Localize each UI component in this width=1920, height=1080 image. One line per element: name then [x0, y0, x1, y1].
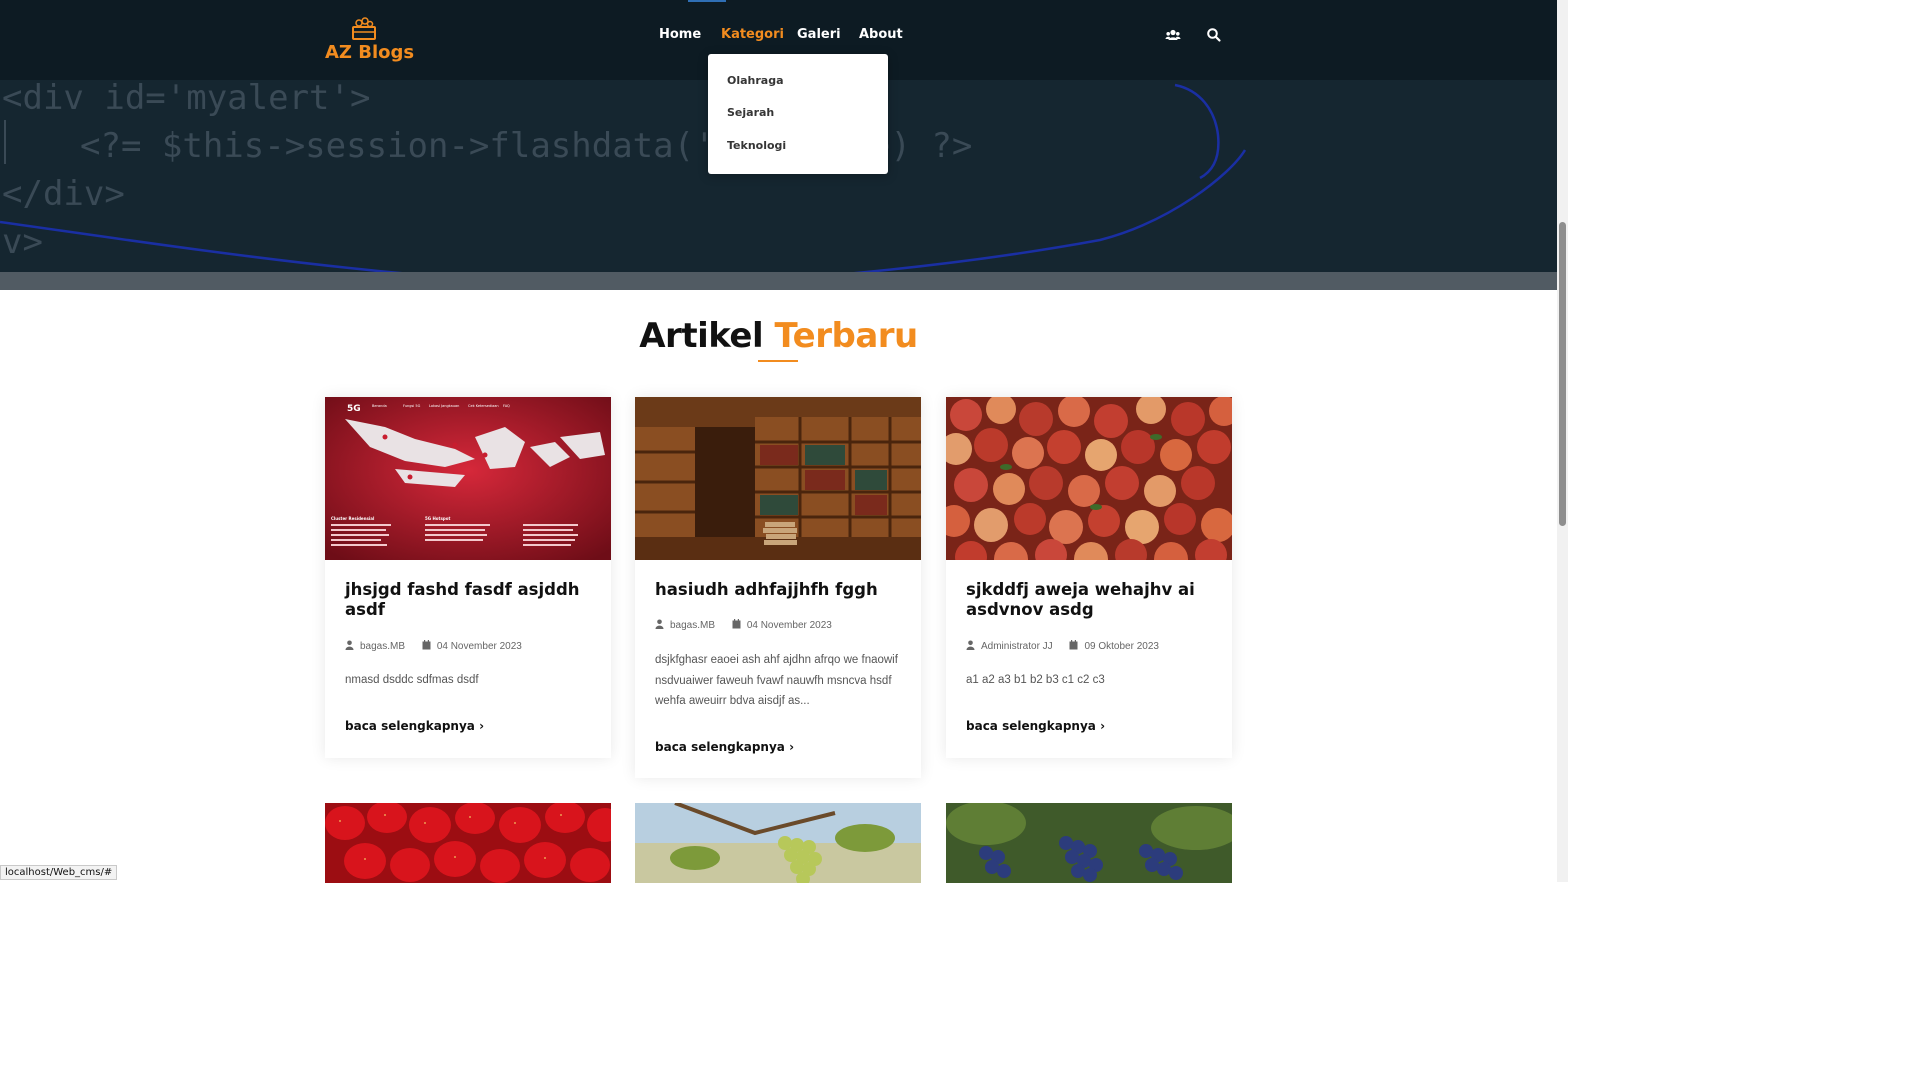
nav-kategori[interactable]: Kategori: [721, 27, 784, 42]
user-icon: [966, 640, 975, 650]
thumb-menu-2: Fungsi 5G: [403, 404, 421, 408]
brand-name: AZ Blogs: [325, 42, 415, 63]
article-author: bagas.MB: [360, 641, 406, 652]
dropdown-item-teknologi[interactable]: Teknologi: [727, 139, 786, 152]
scrollbar-thumb[interactable]: [1559, 222, 1566, 526]
basket-icon: [352, 17, 376, 40]
article-thumbnail[interactable]: [946, 803, 1232, 883]
read-more-link[interactable]: baca selengkapnya ›: [345, 719, 484, 733]
article-excerpt: nmasd dsddc sdfmas dsdf: [345, 674, 479, 686]
thumb-menu-5: FAQ: [503, 404, 510, 408]
article-title[interactable]: sjkddfj aweja wehajhv ai asdvnov asdg: [966, 580, 1216, 620]
thumb-menu-4: Cek Ketersediaan: [468, 404, 499, 408]
nav-about[interactable]: About: [859, 27, 903, 42]
article-date: 04 November 2023: [436, 641, 522, 652]
user-icon: [655, 619, 664, 629]
active-indicator: [688, 0, 726, 2]
article-thumbnail[interactable]: [635, 397, 921, 560]
page-scrollbar[interactable]: [1557, 0, 1568, 882]
calendar-icon: [422, 640, 431, 650]
article-title[interactable]: jhsjgd fashd fasdf asjddh asdf: [345, 580, 595, 620]
thumb-menu-3: Lokasi Jangkauan: [429, 404, 459, 408]
thumb-col-1: Cluster Residensial: [331, 516, 375, 521]
thumb-menu-1: Beranda: [372, 404, 387, 408]
article-title[interactable]: hasiudh adhfajjhfh fggh: [655, 580, 905, 600]
article-author: bagas.MB: [670, 620, 716, 631]
article-date: 09 Oktober 2023: [1084, 641, 1159, 652]
thumb-5g-logo: 5G: [347, 404, 361, 414]
users-icon[interactable]: [1165, 27, 1181, 43]
article-excerpt: dsjkfghasr eaoei ash ahf ajdhn afrqo we …: [655, 654, 898, 707]
article-card[interactable]: hasiudh adhfajjhfh fggh bagas.MB 04 Nove…: [635, 397, 921, 778]
article-date: 04 November 2023: [746, 620, 832, 631]
article-card[interactable]: 5G Beranda Fungsi 5G Lokasi Jangkauan Ce…: [325, 397, 611, 758]
chevron-right-icon: ›: [1100, 719, 1106, 733]
dropdown-item-sejarah[interactable]: Sejarah: [727, 106, 774, 119]
article-meta: bagas.MB 04 November 2023: [655, 619, 832, 631]
article-thumbnail[interactable]: [946, 397, 1232, 560]
user-icon: [345, 640, 354, 650]
search-icon[interactable]: [1206, 27, 1222, 43]
thumb-col-2: 5G Hotspot: [425, 516, 450, 521]
nav-home[interactable]: Home: [659, 27, 701, 42]
status-url: localhost/Web_cms/#: [0, 865, 118, 880]
nav-galeri[interactable]: Galeri: [797, 27, 841, 42]
dropdown-item-olahraga[interactable]: Olahraga: [727, 74, 784, 87]
article-thumbnail[interactable]: [325, 803, 611, 883]
calendar-icon: [732, 619, 741, 629]
calendar-icon: [1069, 640, 1078, 650]
article-meta: Administrator JJ 09 Oktober 2023: [966, 640, 1159, 652]
article-author: Administrator JJ: [981, 641, 1053, 652]
title-underline: [758, 360, 798, 362]
article-meta: bagas.MB 04 November 2023: [345, 640, 522, 652]
kategori-dropdown: Olahraga Sejarah Teknologi: [708, 54, 888, 174]
article-card-partial[interactable]: [325, 803, 611, 883]
article-card[interactable]: sjkddfj aweja wehajhv ai asdvnov asdg Ad…: [946, 397, 1232, 758]
article-card-partial[interactable]: [635, 803, 921, 883]
article-card-partial[interactable]: [946, 803, 1232, 883]
article-excerpt: a1 a2 a3 b1 b2 b3 c1 c2 c3: [966, 674, 1105, 686]
hero-bottom-band: [0, 272, 1557, 290]
read-more-link[interactable]: baca selengkapnya ›: [966, 719, 1105, 733]
article-thumbnail[interactable]: 5G Beranda Fungsi 5G Lokasi Jangkauan Ce…: [325, 397, 611, 560]
chevron-right-icon: ›: [789, 740, 795, 754]
read-more-link[interactable]: baca selengkapnya ›: [655, 740, 794, 754]
section-title: Artikel Terbaru: [639, 316, 918, 356]
article-thumbnail[interactable]: [635, 803, 921, 883]
chevron-right-icon: ›: [479, 719, 485, 733]
